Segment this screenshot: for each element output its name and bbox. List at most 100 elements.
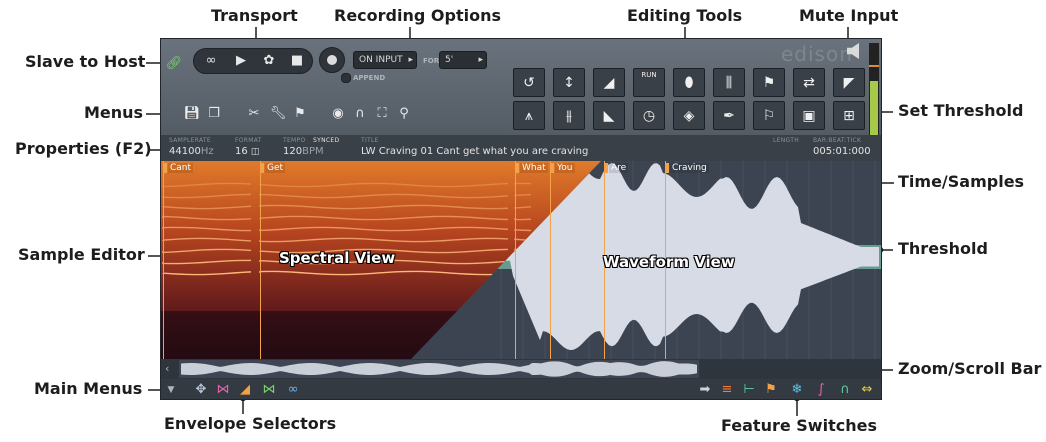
record-mode-value: ON INPUT [359, 55, 403, 65]
marker-label: Get [265, 163, 286, 173]
bottom-toolbar: ▼ ✥ ⋈ ◢ ⋈ ∞ ➡ ≡ ⊢ ⚑ ❄ ∫ ∩ ⇔ [161, 379, 881, 399]
wrench-icon[interactable]: 🔧︎ [269, 105, 287, 123]
zoom-fit-icon[interactable]: ⛶ [373, 105, 391, 123]
marker-handle[interactable] [550, 163, 554, 173]
marker-line[interactable] [260, 161, 261, 359]
format-number: 16 [235, 146, 248, 157]
marker-label: Craving [670, 163, 709, 173]
samplerate-unit: Hz [200, 146, 214, 157]
slave-to-host-link-icon[interactable]: 🔗︎ [165, 55, 183, 73]
split-icon[interactable]: ⩚ [513, 101, 545, 130]
run-icon[interactable]: RUN [633, 68, 665, 97]
grid-icon[interactable]: ⊢ [741, 381, 757, 399]
samplerate-number: 44100 [169, 146, 201, 157]
magnet-icon[interactable]: ∩ [837, 381, 853, 399]
pen-icon[interactable]: ✒ [713, 101, 745, 130]
properties-bar[interactable]: SAMPLERATE 44100Hz FORMAT 16 ◫ TEMPO SYN… [161, 135, 881, 161]
marker-line[interactable] [515, 161, 516, 359]
save-region-icon[interactable]: ▣ [793, 101, 825, 130]
insert-silence-icon[interactable]: ⊞ [833, 101, 865, 130]
format-value: 16 ◫ [235, 146, 259, 157]
toolbar-area: 🔗︎ ∞ ▶ ✿ ■ ON INPUT ▸ FOR 5' ▸ APPEND 💾︎… [161, 39, 881, 157]
comb-icon[interactable]: ≡ [719, 381, 735, 399]
overview-waveform [179, 360, 699, 378]
callout-feature-switches: Feature Switches [721, 416, 877, 435]
snowflake-icon[interactable]: ❄ [789, 381, 805, 399]
position-label: BAR:BEAT:TICK [813, 137, 862, 144]
sample-editor[interactable]: Cant Get What You Are Craving Spectral View W… [161, 161, 881, 359]
run-label: RUN [641, 71, 657, 79]
append-label: APPEND [353, 74, 386, 82]
transport-group: ∞ ▶ ✿ ■ [193, 48, 313, 74]
callout-envelope-selectors: Envelope Selectors [164, 414, 337, 433]
marker-handle[interactable] [163, 163, 167, 173]
curve-icon[interactable]: ∫ [813, 381, 829, 399]
callout-editing-tools: Editing Tools [627, 6, 743, 25]
play-icon[interactable]: ▶ [230, 52, 252, 70]
marker-label: Are [609, 163, 629, 173]
noise-icon[interactable]: ⫵ [553, 101, 585, 130]
loop-icon[interactable]: ⇄ [793, 68, 825, 97]
scissors-icon[interactable]: ✂ [245, 105, 263, 123]
clipboard-icon[interactable]: ◫ [251, 147, 260, 157]
fade-in-icon[interactable]: ◢ [593, 68, 625, 97]
loop-icon[interactable]: ∞ [200, 52, 222, 70]
chevron-right-icon: ▸ [478, 55, 483, 65]
swap-icon[interactable]: ⇔ [859, 381, 875, 399]
stop-icon[interactable]: ■ [286, 52, 308, 70]
declick-icon[interactable]: ⬮ [673, 68, 705, 97]
threshold-marker[interactable] [869, 65, 879, 67]
pan-envelope-icon[interactable]: ✥ [193, 381, 209, 399]
fade-out-icon[interactable]: ◣ [593, 101, 625, 130]
marker-handle[interactable] [260, 163, 264, 173]
flag-icon[interactable]: ⚑ [291, 105, 309, 123]
copy-icon[interactable]: ❐ [205, 105, 223, 123]
normalize-icon[interactable]: ↕ [553, 68, 585, 97]
marker-label: What [520, 163, 548, 173]
samplerate-label: SAMPLERATE [169, 137, 211, 144]
drop-icon[interactable]: ◈ [673, 101, 705, 130]
main-menu-arrow-icon[interactable]: ▼ [163, 381, 179, 399]
add-marker-icon[interactable]: ⚑ [753, 68, 785, 97]
record-duration-field[interactable]: 5' ▸ [439, 51, 487, 69]
record-icon[interactable] [319, 47, 345, 73]
sample-editor-canvas[interactable] [161, 161, 881, 359]
append-toggle[interactable] [341, 73, 351, 83]
marker-handle[interactable] [665, 163, 669, 173]
samplerate-value: 44100Hz [169, 146, 214, 157]
marker-line[interactable] [163, 161, 164, 359]
flag-icon[interactable]: ⚑ [763, 381, 779, 399]
reverse-icon[interactable]: ↺ [513, 68, 545, 97]
marker-line[interactable] [550, 161, 551, 359]
for-label: FOR [423, 57, 440, 65]
callout-properties: Properties (F2) [15, 139, 152, 158]
fan-icon[interactable]: ✿ [258, 52, 280, 70]
marker-tool-icon[interactable]: ⚐ [753, 101, 785, 130]
time-stretch-icon[interactable]: ◷ [633, 101, 665, 130]
edison-logo: edison [781, 42, 853, 66]
volume-envelope-icon[interactable]: ⋈ [215, 381, 231, 399]
equalize-icon[interactable]: ⫼ [713, 68, 745, 97]
marker-handle[interactable] [604, 163, 608, 173]
save-icon[interactable]: 💾︎ [183, 105, 201, 123]
magnet-icon[interactable]: ∩ [351, 105, 369, 123]
time-samples-value[interactable]: 005:01:000 [813, 146, 871, 157]
fade-envelope-icon[interactable]: ◢ [237, 381, 253, 399]
callout-transport: Transport [211, 6, 298, 25]
tempo-value: 120BPM [283, 146, 324, 157]
callout-slave-to-host: Slave to Host [25, 52, 146, 71]
tempo-label: TEMPO [283, 137, 306, 144]
zoom-scroll-bar[interactable]: ‹ [161, 359, 881, 379]
callout-main-menus: Main Menus [34, 379, 143, 398]
chevron-right-icon: ▸ [408, 55, 413, 65]
record-mode-select[interactable]: ON INPUT ▸ [353, 51, 417, 69]
marker-handle[interactable] [515, 163, 519, 173]
trim-icon[interactable]: ◤ [833, 68, 865, 97]
stretch-envelope-icon[interactable]: ⋈ [261, 381, 277, 399]
waveform-view-label: Waveform View [603, 253, 735, 271]
link-icon[interactable]: ∞ [285, 381, 301, 399]
arrow-right-icon[interactable]: ➡ [697, 381, 713, 399]
record-duration-value: 5' [445, 55, 454, 65]
eye-icon[interactable]: ◉ [329, 105, 347, 123]
zoom-icon[interactable]: ⚲ [395, 105, 413, 123]
